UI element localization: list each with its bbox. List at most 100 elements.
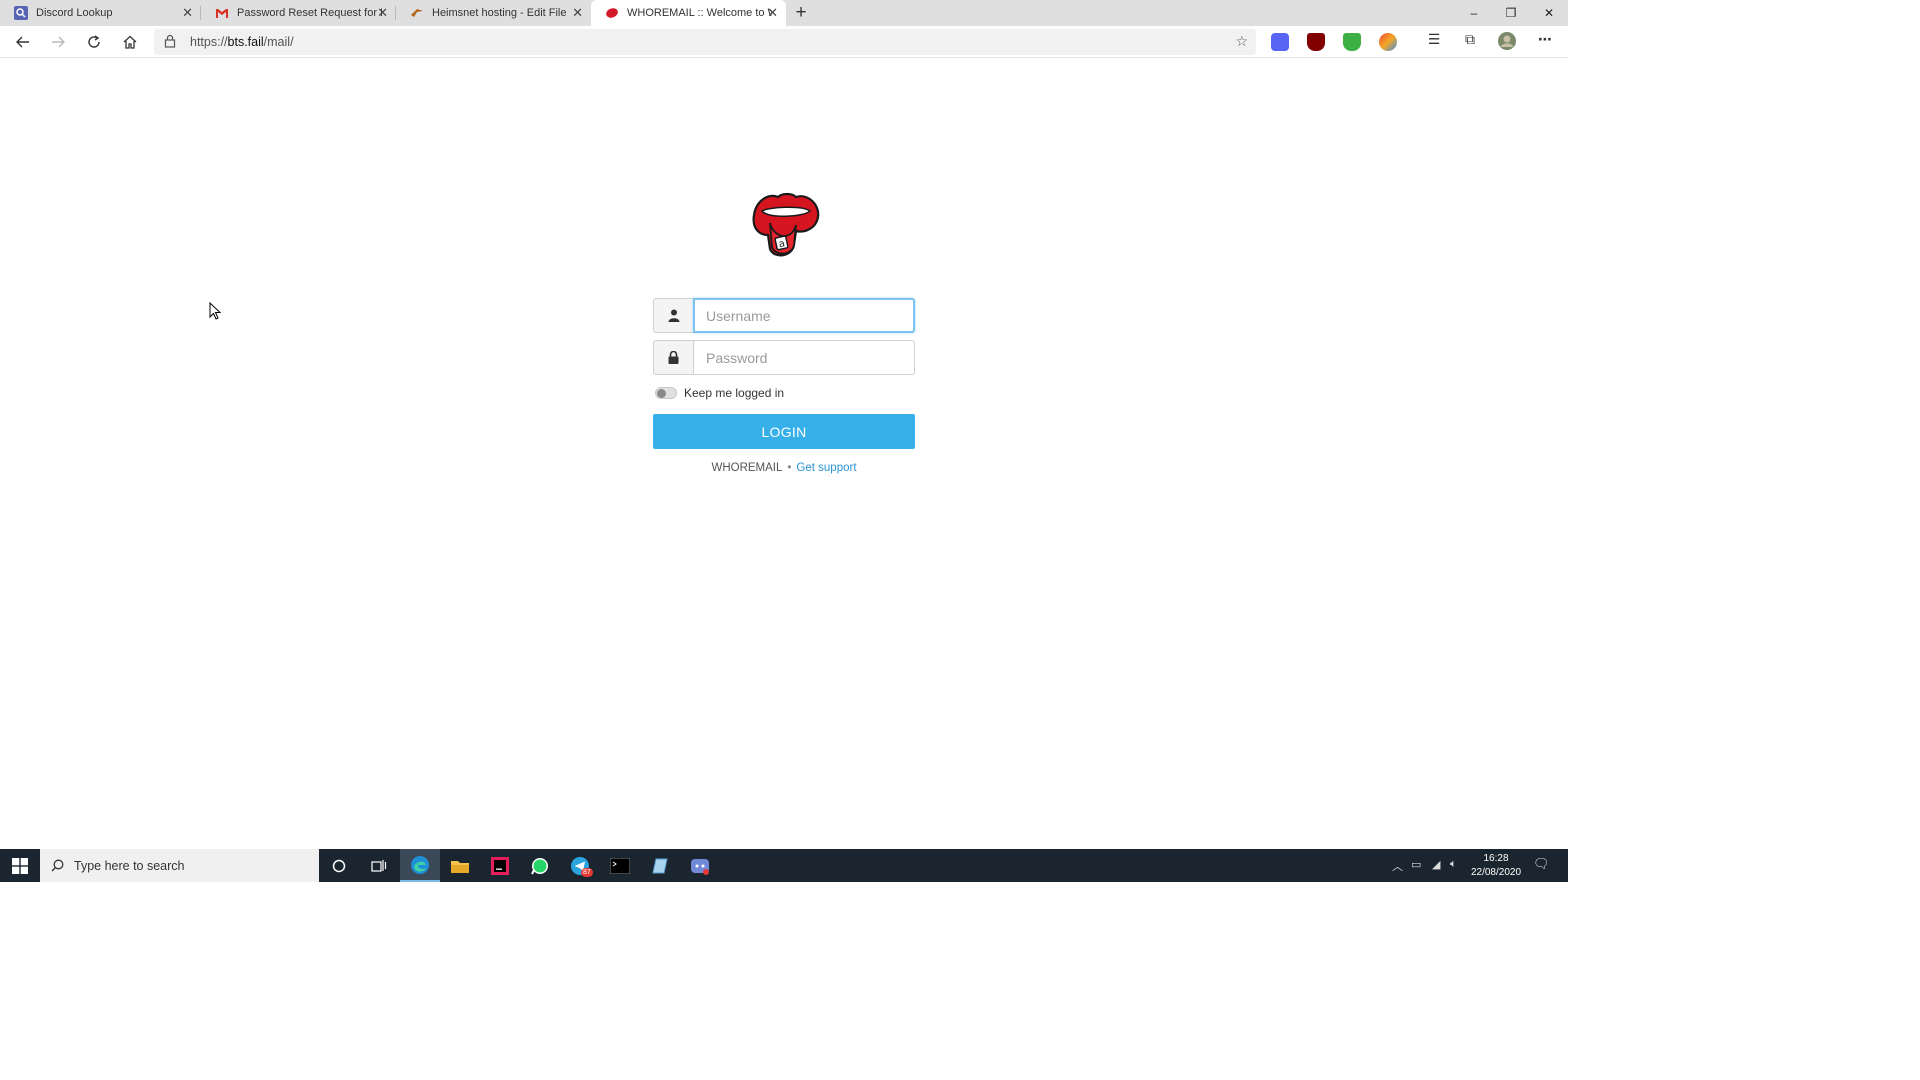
tab-discord-lookup[interactable]: Discord Lookup ✕ [0,0,201,26]
footer-links: WHOREMAIL • Get support [653,462,915,474]
chevron-up-icon[interactable]: ︿ [1392,858,1403,874]
telegram-button[interactable]: 87 [560,849,600,882]
edge-icon [411,855,429,874]
telegram-badge: 87 [581,868,593,877]
terminal-icon [610,857,630,874]
home-icon [123,35,137,49]
search-icon [51,859,64,872]
task-view-icon [371,859,387,872]
cortana-icon [332,859,346,872]
username-group [653,298,915,333]
login-button[interactable]: LOGIN [653,414,915,449]
close-window-button[interactable]: ✕ [1531,0,1567,26]
new-tab-button[interactable]: + [791,2,811,24]
tab-title: Heimsnet hosting - Edit File [432,7,567,19]
cortana-button[interactable] [319,849,359,882]
username-input[interactable] [693,298,915,333]
user-addon [653,298,693,333]
notifications-icon[interactable]: 🗨︎ [1533,856,1550,872]
remember-me-toggle[interactable] [655,387,677,399]
password-group [653,340,915,375]
refresh-button[interactable] [81,30,107,54]
taskbar: Type here to search 87 ︿ ▭ ◢ 🔈︎ 16:28 22… [0,849,1568,882]
ublock-icon[interactable] [1307,33,1325,51]
whatsapp-button[interactable] [520,849,560,882]
discord-icon [691,858,709,875]
tab-heimsnet[interactable]: Heimsnet hosting - Edit File ✕ [396,0,591,26]
url-path: /mail/ [263,35,294,49]
close-icon[interactable]: ✕ [377,5,388,21]
file-explorer-icon [451,860,469,873]
edge-taskbar-button[interactable] [400,849,440,882]
mouse-cursor-icon [209,302,221,320]
shield-ext-icon[interactable] [1343,33,1361,51]
close-icon[interactable]: ✕ [767,5,778,21]
more-menu-icon[interactable]: ⋯ [1534,31,1556,48]
heimsnet-icon [411,9,423,17]
battery-icon[interactable]: ▭ [1411,858,1421,871]
password-input[interactable] [693,340,915,375]
taskbar-search[interactable]: Type here to search [40,849,319,882]
whoremail-logo: a [752,192,820,257]
clock[interactable]: 16:28 22/08/2020 [1466,852,1526,880]
notepad-icon [652,858,668,873]
clock-time: 16:28 [1483,853,1509,864]
start-button[interactable] [0,849,40,882]
tab-title: Discord Lookup [36,7,113,19]
whatsapp-icon [531,857,548,874]
file-explorer-button[interactable] [440,849,480,882]
restore-button[interactable]: ❐ [1493,0,1529,26]
notepad-button[interactable] [640,849,680,882]
url-text: https://bts.fail/mail/ [190,35,294,49]
back-button[interactable] [10,30,36,54]
colorful-ext-icon[interactable] [1379,33,1397,51]
wifi-icon[interactable]: ◢ [1432,858,1440,871]
refresh-icon [88,35,100,48]
tab-strip: Discord Lookup ✕ Password Reset Request … [0,0,1568,26]
arrow-right-icon [52,36,65,48]
login-form: Keep me logged in LOGIN WHOREMAIL • Get su… [653,298,915,474]
address-bar[interactable]: https://bts.fail/mail/ ☆ [154,29,1256,55]
favorites-icon[interactable]: ☰ [1423,31,1445,48]
minimize-button[interactable]: – [1456,0,1492,26]
remember-me-row: Keep me logged in [653,383,915,403]
discord-button[interactable] [680,849,720,882]
url-domain: bts.fail [227,35,264,49]
search-placeholder: Type here to search [74,858,185,873]
jetbrains-icon [491,856,509,875]
profile-avatar[interactable] [1496,31,1518,54]
lock-icon [668,351,679,364]
tab-title: Password Reset Request for Disc [237,7,382,19]
favorite-star-icon[interactable]: ☆ [1235,33,1248,50]
clock-date: 22/08/2020 [1470,867,1522,878]
avatar-icon [1498,32,1516,50]
toggle-knob [657,389,666,398]
tab-whoremail[interactable]: WHOREMAIL :: Welcome to WHC ✕ [591,0,786,26]
whoremail-lips-icon [606,8,618,18]
home-button[interactable] [117,30,143,54]
tab-title: WHOREMAIL :: Welcome to WHC [627,7,772,19]
gmail-icon [216,9,228,18]
user-icon [668,309,679,322]
discord-ext-icon[interactable] [1271,33,1289,51]
task-view-button[interactable] [359,849,399,882]
tab-gmail[interactable]: Password Reset Request for Disc ✕ [201,0,396,26]
arrow-left-icon [16,36,29,48]
terminal-button[interactable] [600,849,640,882]
remember-me-label: Keep me logged in [684,386,785,400]
toolbar: https://bts.fail/mail/ ☆ ☰ ⧉ ⋯ [0,26,1568,58]
separator: • [787,462,792,474]
close-icon[interactable]: ✕ [572,5,583,21]
password-addon [653,340,693,375]
get-support-link[interactable]: Get support [796,462,856,474]
close-icon[interactable]: ✕ [182,5,193,21]
jetbrains-button[interactable] [480,849,520,882]
volume-icon[interactable]: 🔈︎ [1450,858,1457,871]
collections-icon[interactable]: ⧉ [1459,31,1481,48]
forward-button[interactable] [45,30,71,54]
url-prefix: https:// [190,35,228,49]
lock-icon [164,34,176,48]
brand-name: WHOREMAIL [711,462,783,474]
windows-logo-icon [12,857,28,874]
discord-lookup-icon [14,6,28,20]
